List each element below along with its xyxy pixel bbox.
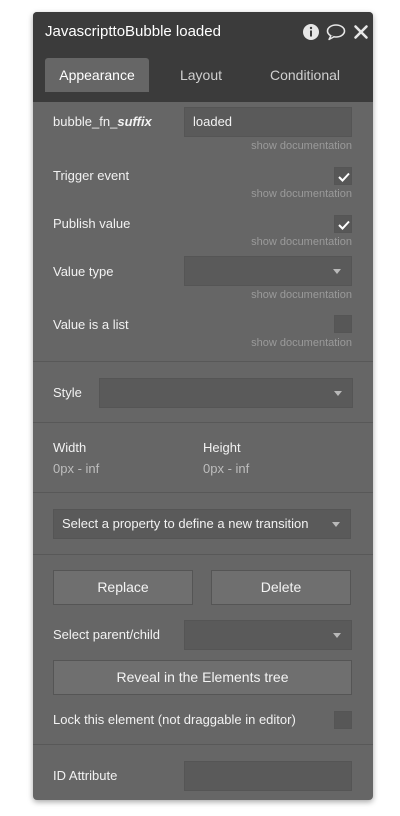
checkmark-icon [338, 172, 350, 182]
value-type-label: Value type [53, 264, 114, 279]
show-documentation-link[interactable]: show documentation [251, 188, 352, 200]
chevron-down-icon [332, 522, 340, 527]
tab-conditional[interactable]: Conditional [253, 58, 357, 92]
width-label: Width [53, 440, 87, 455]
tab-layout[interactable]: Layout [151, 58, 251, 92]
trigger-event-checkbox[interactable] [334, 167, 352, 185]
publish-value-label: Publish value [53, 216, 131, 231]
show-documentation-link[interactable]: show documentation [251, 140, 352, 152]
trigger-event-label: Trigger event [53, 168, 130, 183]
property-editor-panel: JavascripttoBubble loaded Appearance Lay… [33, 12, 373, 800]
value-type-dropdown[interactable] [184, 256, 352, 286]
style-dropdown[interactable] [99, 378, 353, 408]
value-is-list-checkbox[interactable] [334, 315, 352, 333]
reveal-in-elements-tree-button[interactable]: Reveal in the Elements tree [53, 660, 352, 695]
style-label: Style [53, 385, 82, 400]
divider [33, 744, 373, 745]
info-icon[interactable] [302, 23, 320, 41]
publish-value-checkbox[interactable] [334, 215, 352, 233]
divider [33, 554, 373, 555]
id-attribute-label: ID Attribute [53, 768, 118, 783]
panel-title: JavascripttoBubble loaded [45, 23, 221, 40]
show-documentation-link[interactable]: show documentation [251, 236, 352, 248]
chevron-down-icon [333, 269, 341, 274]
lock-element-label: Lock this element (not draggable in edit… [53, 712, 296, 727]
panel-header: JavascripttoBubble loaded Appearance Lay… [33, 12, 373, 102]
width-value: 0px - inf [53, 461, 100, 476]
divider [33, 492, 373, 493]
height-label: Height [203, 440, 241, 455]
divider [33, 422, 373, 423]
lock-element-checkbox[interactable] [334, 711, 352, 729]
checkmark-icon [338, 220, 350, 230]
divider [33, 361, 373, 362]
chevron-down-icon [333, 633, 341, 638]
value-is-list-label: Value is a list [53, 317, 129, 332]
comment-icon[interactable] [326, 23, 346, 41]
parent-child-label: Select parent/child [53, 627, 160, 642]
delete-button[interactable]: Delete [211, 570, 351, 605]
parent-child-dropdown[interactable] [184, 620, 352, 650]
chevron-down-icon [334, 391, 342, 396]
suffix-input[interactable]: loaded [184, 107, 352, 137]
height-value: 0px - inf [203, 461, 250, 476]
id-attribute-input[interactable] [184, 761, 352, 791]
transition-property-dropdown[interactable]: Select a property to define a new transi… [53, 509, 351, 539]
close-icon[interactable] [352, 23, 370, 41]
suffix-label: bubble_fn_suffix [53, 114, 152, 129]
show-documentation-link[interactable]: show documentation [251, 337, 352, 349]
show-documentation-link[interactable]: show documentation [251, 289, 352, 301]
replace-button[interactable]: Replace [53, 570, 193, 605]
transition-placeholder: Select a property to define a new transi… [62, 516, 309, 531]
tab-appearance[interactable]: Appearance [45, 58, 149, 92]
